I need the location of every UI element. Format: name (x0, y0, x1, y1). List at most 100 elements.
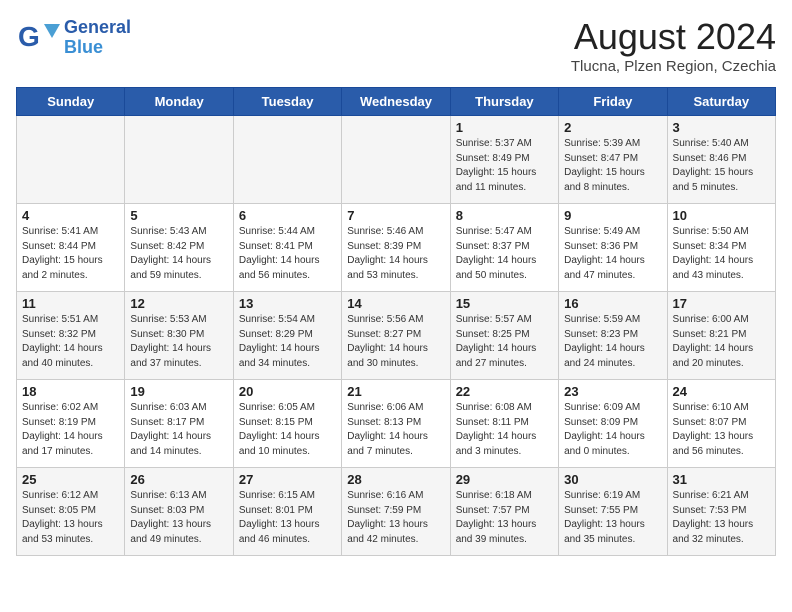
calendar-week: 1 Sunrise: 5:37 AM Sunset: 8:49 PM Daylig… (17, 116, 776, 204)
day-info: Sunrise: 5:50 AM Sunset: 8:34 PM Dayligh… (673, 225, 770, 283)
calendar-cell: 19 Sunrise: 6:03 AM Sunset: 8:17 PM Dayli… (125, 380, 233, 468)
day-info: Sunrise: 5:53 AM Sunset: 8:30 PM Dayligh… (130, 313, 227, 371)
day-info: Sunrise: 5:44 AM Sunset: 8:41 PM Dayligh… (239, 225, 336, 283)
day-info: Sunrise: 6:00 AM Sunset: 8:21 PM Dayligh… (673, 313, 770, 371)
day-number: 15 (456, 296, 553, 311)
day-number: 12 (130, 296, 227, 311)
day-number: 21 (347, 384, 444, 399)
calendar-cell: 27 Sunrise: 6:15 AM Sunset: 8:01 PM Dayli… (233, 468, 341, 556)
day-info: Sunrise: 6:19 AM Sunset: 7:55 PM Dayligh… (564, 489, 661, 547)
day-info: Sunrise: 5:40 AM Sunset: 8:46 PM Dayligh… (673, 137, 770, 195)
calendar-cell: 28 Sunrise: 6:16 AM Sunset: 7:59 PM Dayli… (342, 468, 450, 556)
calendar-body: 1 Sunrise: 5:37 AM Sunset: 8:49 PM Daylig… (17, 116, 776, 556)
calendar-cell: 1 Sunrise: 5:37 AM Sunset: 8:49 PM Daylig… (450, 116, 558, 204)
day-number: 4 (22, 208, 119, 223)
logo-general: General (64, 18, 131, 38)
title-block: August 2024 Tlucna, Plzen Region, Czechi… (571, 16, 776, 75)
day-number: 25 (22, 472, 119, 487)
calendar-cell: 10Sunrise: 5:50 AM Sunset: 8:34 PM Dayli… (667, 204, 775, 292)
calendar-cell: 7Sunrise: 5:46 AM Sunset: 8:39 PM Daylig… (342, 204, 450, 292)
location: Tlucna, Plzen Region, Czechia (571, 58, 776, 75)
day-number: 29 (456, 472, 553, 487)
calendar-cell: 13 Sunrise: 5:54 AM Sunset: 8:29 PM Dayli… (233, 292, 341, 380)
header-day: Friday (559, 88, 667, 116)
day-info: Sunrise: 5:56 AM Sunset: 8:27 PM Dayligh… (347, 313, 444, 371)
day-number: 6 (239, 208, 336, 223)
calendar-cell (233, 116, 341, 204)
day-info: Sunrise: 6:06 AM Sunset: 8:13 PM Dayligh… (347, 401, 444, 459)
day-info: Sunrise: 6:15 AM Sunset: 8:01 PM Dayligh… (239, 489, 336, 547)
day-info: Sunrise: 6:16 AM Sunset: 7:59 PM Dayligh… (347, 489, 444, 547)
day-number: 17 (673, 296, 770, 311)
day-number: 28 (347, 472, 444, 487)
day-info: Sunrise: 5:43 AM Sunset: 8:42 PM Dayligh… (130, 225, 227, 283)
day-info: Sunrise: 5:47 AM Sunset: 8:37 PM Dayligh… (456, 225, 553, 283)
svg-text:G: G (18, 21, 40, 52)
page-header: G General Blue August 2024 Tlucna, Plzen… (16, 16, 776, 75)
calendar-week: 18 Sunrise: 6:02 AM Sunset: 8:19 PM Dayli… (17, 380, 776, 468)
calendar-cell: 21 Sunrise: 6:06 AM Sunset: 8:13 PM Dayli… (342, 380, 450, 468)
day-info: Sunrise: 6:09 AM Sunset: 8:09 PM Dayligh… (564, 401, 661, 459)
day-info: Sunrise: 6:18 AM Sunset: 7:57 PM Dayligh… (456, 489, 553, 547)
header-day: Monday (125, 88, 233, 116)
day-info: Sunrise: 5:59 AM Sunset: 8:23 PM Dayligh… (564, 313, 661, 371)
day-number: 23 (564, 384, 661, 399)
calendar-week: 11Sunrise: 5:51 AM Sunset: 8:32 PM Dayli… (17, 292, 776, 380)
calendar-cell: 6 Sunrise: 5:44 AM Sunset: 8:41 PM Daylig… (233, 204, 341, 292)
day-info: Sunrise: 6:08 AM Sunset: 8:11 PM Dayligh… (456, 401, 553, 459)
day-info: Sunrise: 6:03 AM Sunset: 8:17 PM Dayligh… (130, 401, 227, 459)
calendar-cell: 5Sunrise: 5:43 AM Sunset: 8:42 PM Daylig… (125, 204, 233, 292)
header-row: SundayMondayTuesdayWednesdayThursdayFrid… (17, 88, 776, 116)
header-day: Thursday (450, 88, 558, 116)
day-number: 27 (239, 472, 336, 487)
header-day: Wednesday (342, 88, 450, 116)
day-number: 19 (130, 384, 227, 399)
day-number: 24 (673, 384, 770, 399)
day-info: Sunrise: 5:57 AM Sunset: 8:25 PM Dayligh… (456, 313, 553, 371)
day-number: 1 (456, 120, 553, 135)
calendar-cell: 2 Sunrise: 5:39 AM Sunset: 8:47 PM Daylig… (559, 116, 667, 204)
day-info: Sunrise: 5:37 AM Sunset: 8:49 PM Dayligh… (456, 137, 553, 195)
day-number: 7 (347, 208, 444, 223)
calendar-cell: 15 Sunrise: 5:57 AM Sunset: 8:25 PM Dayli… (450, 292, 558, 380)
calendar-cell (17, 116, 125, 204)
day-number: 8 (456, 208, 553, 223)
day-info: Sunrise: 6:02 AM Sunset: 8:19 PM Dayligh… (22, 401, 119, 459)
day-number: 9 (564, 208, 661, 223)
calendar-cell: 9Sunrise: 5:49 AM Sunset: 8:36 PM Daylig… (559, 204, 667, 292)
day-number: 14 (347, 296, 444, 311)
calendar-cell: 8 Sunrise: 5:47 AM Sunset: 8:37 PM Daylig… (450, 204, 558, 292)
calendar-cell: 30 Sunrise: 6:19 AM Sunset: 7:55 PM Dayli… (559, 468, 667, 556)
day-number: 18 (22, 384, 119, 399)
logo-blue: Blue (64, 38, 131, 58)
calendar-cell (125, 116, 233, 204)
logo-icon: G (16, 16, 60, 60)
logo-text: General Blue (64, 18, 131, 58)
day-info: Sunrise: 5:54 AM Sunset: 8:29 PM Dayligh… (239, 313, 336, 371)
day-number: 31 (673, 472, 770, 487)
day-info: Sunrise: 5:51 AM Sunset: 8:32 PM Dayligh… (22, 313, 119, 371)
day-number: 13 (239, 296, 336, 311)
day-number: 2 (564, 120, 661, 135)
calendar-week: 25 Sunrise: 6:12 AM Sunset: 8:05 PM Dayli… (17, 468, 776, 556)
calendar-cell: 4Sunrise: 5:41 AM Sunset: 8:44 PM Daylig… (17, 204, 125, 292)
day-number: 30 (564, 472, 661, 487)
header-day: Tuesday (233, 88, 341, 116)
day-info: Sunrise: 6:05 AM Sunset: 8:15 PM Dayligh… (239, 401, 336, 459)
calendar-table: SundayMondayTuesdayWednesdayThursdayFrid… (16, 87, 776, 556)
day-info: Sunrise: 6:21 AM Sunset: 7:53 PM Dayligh… (673, 489, 770, 547)
day-info: Sunrise: 5:39 AM Sunset: 8:47 PM Dayligh… (564, 137, 661, 195)
calendar-cell: 3Sunrise: 5:40 AM Sunset: 8:46 PM Daylig… (667, 116, 775, 204)
header-day: Saturday (667, 88, 775, 116)
calendar-cell: 20 Sunrise: 6:05 AM Sunset: 8:15 PM Dayli… (233, 380, 341, 468)
calendar-cell: 23 Sunrise: 6:09 AM Sunset: 8:09 PM Dayli… (559, 380, 667, 468)
calendar-cell: 25 Sunrise: 6:12 AM Sunset: 8:05 PM Dayli… (17, 468, 125, 556)
day-info: Sunrise: 6:12 AM Sunset: 8:05 PM Dayligh… (22, 489, 119, 547)
day-number: 20 (239, 384, 336, 399)
calendar-cell: 17 Sunrise: 6:00 AM Sunset: 8:21 PM Dayli… (667, 292, 775, 380)
calendar-cell: 18 Sunrise: 6:02 AM Sunset: 8:19 PM Dayli… (17, 380, 125, 468)
calendar-cell (342, 116, 450, 204)
logo: G General Blue (16, 16, 131, 60)
calendar-cell: 12 Sunrise: 5:53 AM Sunset: 8:30 PM Dayli… (125, 292, 233, 380)
calendar-cell: 31 Sunrise: 6:21 AM Sunset: 7:53 PM Dayli… (667, 468, 775, 556)
